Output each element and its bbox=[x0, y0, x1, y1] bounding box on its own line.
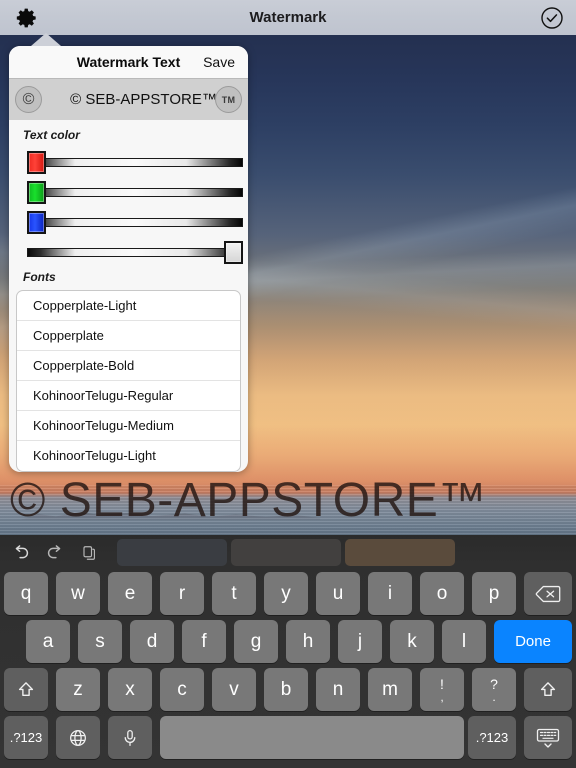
watermark-text-input-value: © SEB-APPSTORE™ bbox=[70, 91, 217, 108]
key-l[interactable]: l bbox=[442, 620, 486, 663]
green-slider-thumb[interactable] bbox=[27, 181, 46, 204]
list-item[interactable]: Copperplate-Bold bbox=[17, 351, 240, 381]
key-t[interactable]: t bbox=[212, 572, 256, 615]
key-q[interactable]: q bbox=[4, 572, 48, 615]
green-slider[interactable] bbox=[9, 178, 248, 206]
paste-icon[interactable] bbox=[78, 542, 100, 564]
red-slider-track[interactable] bbox=[27, 158, 243, 167]
alpha-slider-thumb[interactable] bbox=[224, 241, 243, 264]
key-b[interactable]: b bbox=[264, 668, 308, 711]
microphone-icon[interactable] bbox=[108, 716, 152, 759]
keyboard-row-3: z x c v b n m ! , ? . bbox=[0, 666, 576, 714]
alpha-slider[interactable] bbox=[9, 238, 248, 266]
app-screen: © SEB-APPSTORE™ Watermark Watermark Text… bbox=[0, 0, 576, 768]
redo-icon[interactable] bbox=[44, 542, 66, 564]
key-n[interactable]: n bbox=[316, 668, 360, 711]
keyboard-toolbar bbox=[0, 535, 576, 570]
space-key[interactable] bbox=[160, 716, 464, 759]
watermark-text-field-row: © © SEB-APPSTORE™ TM bbox=[9, 78, 248, 120]
watermark-text-popover: Watermark Text Save © © SEB-APPSTORE™ TM… bbox=[9, 33, 248, 472]
prediction-slot-1[interactable] bbox=[117, 539, 227, 566]
key-u[interactable]: u bbox=[316, 572, 360, 615]
page-title: Watermark bbox=[249, 9, 327, 26]
key-p[interactable]: p bbox=[472, 572, 516, 615]
key-f[interactable]: f bbox=[182, 620, 226, 663]
key-a[interactable]: a bbox=[26, 620, 70, 663]
prediction-slot-3[interactable] bbox=[345, 539, 455, 566]
blue-slider-track[interactable] bbox=[27, 218, 243, 227]
red-slider[interactable] bbox=[9, 148, 248, 176]
key-m[interactable]: m bbox=[368, 668, 412, 711]
key-d[interactable]: d bbox=[130, 620, 174, 663]
list-item[interactable]: KohinoorTelugu-Light bbox=[17, 441, 240, 471]
backspace-icon[interactable] bbox=[524, 572, 572, 615]
check-circle-icon[interactable] bbox=[540, 6, 564, 30]
key-g[interactable]: g bbox=[234, 620, 278, 663]
fonts-label: Fonts bbox=[23, 270, 56, 284]
copyright-insert-button[interactable]: © bbox=[15, 86, 42, 113]
trademark-insert-button[interactable]: TM bbox=[215, 86, 242, 113]
key-o[interactable]: o bbox=[420, 572, 464, 615]
list-item[interactable]: Copperplate-Light bbox=[17, 291, 240, 321]
key-i[interactable]: i bbox=[368, 572, 412, 615]
key-y[interactable]: y bbox=[264, 572, 308, 615]
save-button[interactable]: Save bbox=[203, 54, 235, 70]
keyboard-row-4: .?123 .?123 bbox=[0, 714, 576, 762]
alpha-slider-track[interactable] bbox=[27, 248, 243, 257]
key-v[interactable]: v bbox=[212, 668, 256, 711]
key-k[interactable]: k bbox=[390, 620, 434, 663]
popover-title: Watermark Text bbox=[76, 54, 181, 70]
shift-icon-left[interactable] bbox=[4, 668, 48, 711]
popover-body: Text color Fonts Copperplate-Light Coppe bbox=[9, 120, 248, 472]
hide-keyboard-icon[interactable] bbox=[524, 716, 572, 759]
key-period-glyph: . bbox=[492, 689, 496, 704]
watermark-overlay-text: © SEB-APPSTORE™ bbox=[10, 474, 487, 527]
shift-icon-right[interactable] bbox=[524, 668, 572, 711]
list-item[interactable]: KohinoorTelugu-Regular bbox=[17, 381, 240, 411]
numeric-key-left[interactable]: .?123 bbox=[4, 716, 48, 759]
blue-slider[interactable] bbox=[9, 208, 248, 236]
text-color-label: Text color bbox=[23, 128, 80, 142]
list-item[interactable]: KohinoorTelugu-Medium bbox=[17, 411, 240, 441]
popover-arrow bbox=[31, 33, 61, 46]
globe-icon[interactable] bbox=[56, 716, 100, 759]
key-x[interactable]: x bbox=[108, 668, 152, 711]
on-screen-keyboard: q w e r t y u i o p a s d f g h j k l Do… bbox=[0, 535, 576, 768]
key-c[interactable]: c bbox=[160, 668, 204, 711]
key-s[interactable]: s bbox=[78, 620, 122, 663]
red-slider-thumb[interactable] bbox=[27, 151, 46, 174]
numeric-key-right[interactable]: .?123 bbox=[468, 716, 516, 759]
prediction-slot-2[interactable] bbox=[231, 539, 341, 566]
key-j[interactable]: j bbox=[338, 620, 382, 663]
key-exclam-comma[interactable]: ! , bbox=[420, 668, 464, 711]
list-item[interactable]: Copperplate bbox=[17, 321, 240, 351]
key-r[interactable]: r bbox=[160, 572, 204, 615]
font-list[interactable]: Copperplate-Light Copperplate Copperplat… bbox=[16, 290, 241, 472]
top-navigation-bar: Watermark bbox=[0, 0, 576, 35]
undo-icon[interactable] bbox=[10, 542, 32, 564]
blue-slider-thumb[interactable] bbox=[27, 211, 46, 234]
key-h[interactable]: h bbox=[286, 620, 330, 663]
keyboard-row-1: q w e r t y u i o p bbox=[0, 570, 576, 618]
keyboard-row-2: a s d f g h j k l Done bbox=[0, 618, 576, 666]
key-question-period[interactable]: ? . bbox=[472, 668, 516, 711]
done-button[interactable]: Done bbox=[494, 620, 572, 663]
key-e[interactable]: e bbox=[108, 572, 152, 615]
popover-header: Watermark Text Save bbox=[9, 46, 248, 78]
key-w[interactable]: w bbox=[56, 572, 100, 615]
key-exclam-glyph: ! bbox=[440, 675, 444, 692]
green-slider-track[interactable] bbox=[27, 188, 243, 197]
key-question-glyph: ? bbox=[490, 675, 498, 692]
key-comma-glyph: , bbox=[440, 689, 444, 704]
key-z[interactable]: z bbox=[56, 668, 100, 711]
